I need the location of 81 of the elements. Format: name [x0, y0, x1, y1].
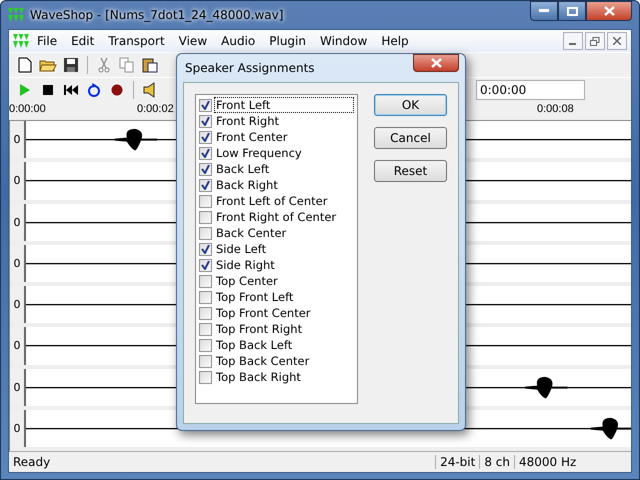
menu-item[interactable]: Audio — [215, 32, 262, 50]
speaker-item[interactable]: Back Center — [214, 225, 288, 241]
checkbox[interactable] — [199, 162, 212, 176]
checkbox[interactable] — [199, 226, 212, 240]
speaker-item[interactable]: Top Front Right — [214, 321, 304, 337]
track-axis-label: 0 — [10, 327, 26, 364]
track-axis-label: 0 — [10, 368, 26, 406]
position-field[interactable]: 0:00:00 — [476, 80, 585, 100]
track-axis-label: 0 — [10, 204, 26, 241]
track-axis-label: 0 — [10, 286, 26, 324]
maximize-button[interactable] — [558, 1, 586, 21]
save-icon[interactable] — [61, 55, 81, 75]
dialog-button[interactable]: Cancel — [374, 127, 447, 149]
checkbox[interactable] — [199, 130, 212, 144]
ruler-label: 0:00:00 — [9, 103, 46, 115]
track-axis-label: 0 — [10, 244, 26, 282]
checkbox[interactable] — [199, 306, 212, 320]
speaker-item[interactable]: Front Center — [214, 129, 290, 145]
close-button[interactable] — [413, 54, 459, 72]
ruler-label: 0:00:08 — [537, 103, 574, 115]
speaker-item[interactable]: Low Frequency — [214, 145, 304, 161]
ruler-label: 0:00:02 — [137, 103, 174, 115]
checkbox[interactable] — [199, 114, 212, 128]
speaker-item[interactable]: Top Back Right — [214, 369, 303, 385]
close-icon — [613, 37, 621, 45]
status-text: 48000 Hz — [514, 455, 615, 469]
track-axis-label: 0 — [10, 121, 26, 158]
speaker-item[interactable]: Top Center — [214, 273, 280, 289]
dialog-title: Speaker Assignments — [184, 61, 315, 75]
document-minimize-button[interactable] — [563, 32, 583, 50]
minimize-icon — [539, 9, 549, 13]
speaker-item[interactable]: Front Left of Center — [214, 193, 330, 209]
checkbox[interactable] — [199, 370, 212, 384]
menu-item[interactable]: Window — [314, 32, 374, 50]
document-close-button[interactable] — [607, 32, 627, 50]
menu-item[interactable]: Plugin — [263, 32, 312, 50]
checkbox[interactable] — [199, 98, 212, 112]
speaker-item[interactable]: Side Right — [214, 257, 277, 273]
checkbox[interactable] — [199, 274, 212, 288]
checkbox[interactable] — [199, 354, 212, 368]
app-logo-icon — [8, 8, 24, 22]
document-restore-button[interactable] — [585, 32, 605, 50]
dialog-button[interactable]: Reset — [374, 160, 447, 182]
checkbox[interactable] — [199, 210, 212, 224]
menu-item[interactable]: View — [172, 32, 214, 50]
close-icon — [604, 6, 614, 16]
minimize-button[interactable] — [530, 1, 558, 21]
menu-item[interactable]: Transport — [102, 32, 171, 50]
maximize-icon — [566, 6, 578, 16]
speaker-item[interactable]: Front Right of Center — [214, 209, 338, 225]
window-title: WaveShop - [Nums_7dot1_24_48000.wav] — [30, 8, 284, 22]
checkbox[interactable] — [199, 322, 212, 336]
status-text: 24-bit — [435, 455, 480, 469]
dialog-button[interactable]: OK — [374, 94, 447, 116]
close-button[interactable] — [586, 1, 632, 21]
checkbox[interactable] — [199, 290, 212, 304]
app-logo-icon — [13, 34, 29, 48]
speaker-item[interactable]: Top Front Left — [214, 289, 296, 305]
track-axis-label: 0 — [10, 162, 26, 200]
status-text: 8 ch — [479, 455, 514, 469]
status-text: Ready — [12, 455, 52, 469]
checkbox[interactable] — [199, 194, 212, 208]
restore-icon — [590, 36, 600, 46]
speaker-item[interactable]: Side Left — [214, 241, 268, 257]
speaker-item[interactable]: Back Right — [214, 177, 280, 193]
speaker-item[interactable]: Front Right — [214, 113, 282, 129]
checkbox[interactable] — [199, 258, 212, 272]
menu-item[interactable]: Help — [375, 32, 415, 50]
speaker-item[interactable]: Top Back Center — [214, 353, 312, 369]
speaker-item[interactable]: Back Left — [214, 161, 272, 177]
checkbox[interactable] — [199, 178, 212, 192]
close-icon — [430, 58, 442, 68]
track-axis-label: 0 — [10, 410, 26, 447]
checkbox[interactable] — [199, 242, 212, 256]
checkbox[interactable] — [199, 146, 212, 160]
menu-item[interactable]: File — [31, 32, 64, 50]
speaker-item[interactable]: Top Back Left — [214, 337, 294, 353]
menu-item[interactable]: Edit — [65, 32, 100, 50]
speaker-item[interactable]: Top Front Center — [214, 305, 313, 321]
checkbox[interactable] — [199, 338, 212, 352]
speaker-item[interactable]: Front Left — [214, 97, 354, 113]
